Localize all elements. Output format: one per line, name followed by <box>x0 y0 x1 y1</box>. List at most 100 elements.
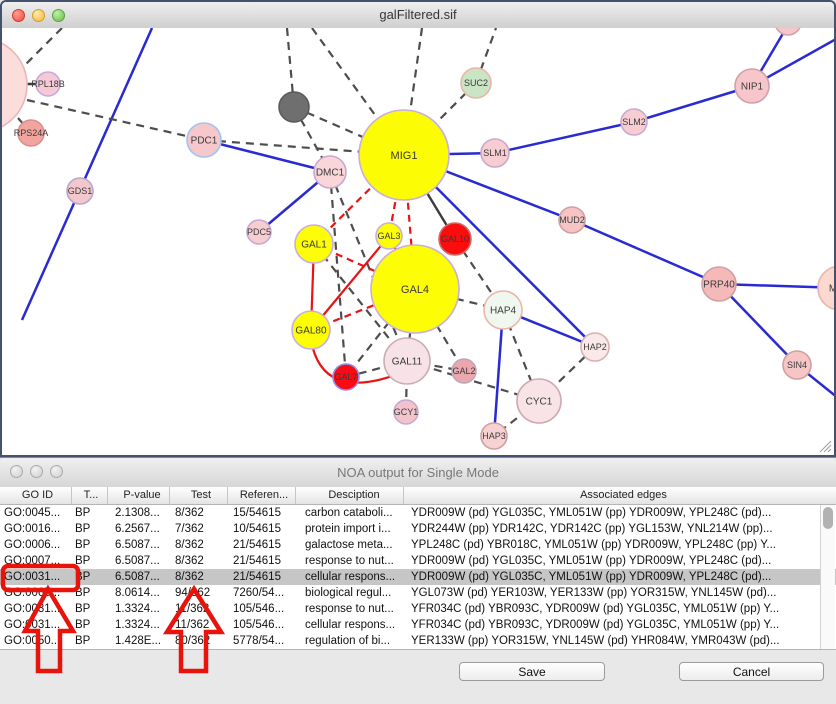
cell-reference: 21/54615 <box>228 569 296 585</box>
table-row[interactable]: GO:0031...BP1.3324...11/362105/546...cel… <box>0 617 836 633</box>
node-label: PDC5 <box>247 227 271 237</box>
node-CYC1[interactable]: CYC1 <box>517 379 561 423</box>
cancel-button[interactable]: Cancel <box>679 662 824 681</box>
noa-window: NOA output for Single Mode GO ID T... P-… <box>0 457 836 704</box>
node-label: SUC2 <box>464 78 488 88</box>
save-button[interactable]: Save <box>459 662 605 681</box>
node-label: HAP2 <box>583 342 607 352</box>
cell-type: BP <box>72 617 108 633</box>
window-title: galFiltered.sif <box>2 7 834 22</box>
network-edge <box>495 122 634 153</box>
cell-reference: 105/546... <box>228 601 296 617</box>
network-canvas[interactable]: RPL18B RPS24A GDS1 PDC1 PDC5 DMC1 MIG1 SUC2 SLM1… <box>2 28 834 455</box>
cell-edges: YPL248C (pd) YBR018C, YML051W (pp) YDR00… <box>404 537 836 553</box>
cell-test: 8/362 <box>170 537 228 553</box>
node-NIP1[interactable]: NIP1 <box>735 69 769 103</box>
cell-reference: 10/54615 <box>228 521 296 537</box>
cell-description: galactose meta... <box>296 537 404 553</box>
cell-edges: YDR244W (pp) YDR142C, YDR142C (pp) YGL15… <box>404 521 836 537</box>
cell-reference: 21/54615 <box>228 537 296 553</box>
table-row[interactable]: GO:0031...BP1.3324...11/362105/546...res… <box>0 601 836 617</box>
column-header-description[interactable]: Desciption <box>296 487 404 504</box>
node-unnamed-gray[interactable] <box>279 92 309 122</box>
node-HAP3[interactable]: HAP3 <box>481 423 507 449</box>
network-graph: RPL18B RPS24A GDS1 PDC1 PDC5 DMC1 MIG1 SUC2 SLM1… <box>2 28 834 455</box>
cell-description: carbon cataboli... <box>296 505 404 521</box>
node-HAP4[interactable]: HAP4 <box>484 291 522 329</box>
cell-p-value: 1.3324... <box>108 617 170 633</box>
node-label: NIP1 <box>741 82 764 93</box>
cell-edges: YDR009W (pd) YGL035C, YML051W (pp) YDR00… <box>404 505 836 521</box>
node-GAL11[interactable]: GAL11 <box>384 338 430 384</box>
node-label: GAL7 <box>334 372 357 382</box>
cell-description: cellular respons... <box>296 569 404 585</box>
network-window: galFiltered.sif RPL18B RPS24A GDS1 PDC1 PDC5… <box>0 0 836 457</box>
cell-p-value: 1.3324... <box>108 601 170 617</box>
cell-p-value: 6.5087... <box>108 569 170 585</box>
table-row[interactable]: GO:0016...BP6.2567...7/36210/54615protei… <box>0 521 836 537</box>
node-GAL80[interactable]: GAL80 <box>292 311 330 349</box>
node-GAL4[interactable]: GAL4 <box>371 245 459 333</box>
cell-reference: 5778/54... <box>228 633 296 649</box>
scrollbar-thumb[interactable] <box>823 507 833 529</box>
node-MUD2[interactable]: MUD2 <box>559 207 585 233</box>
cell-edges: YDR009W (pd) YGL035C, YML051W (pp) YDR00… <box>404 569 836 585</box>
node-MSN[interactable]: MSN <box>818 266 834 310</box>
screen: galFiltered.sif RPL18B RPS24A GDS1 PDC1 PDC5… <box>0 0 836 704</box>
node-GDS1[interactable]: GDS1 <box>67 178 93 204</box>
node-label: RPL18B <box>31 79 65 89</box>
node-label: GAL4 <box>401 284 429 296</box>
node-PDC1[interactable]: PDC1 <box>187 123 221 157</box>
node-MIG1[interactable]: MIG1 <box>359 110 449 200</box>
resize-grip-icon[interactable] <box>817 439 832 453</box>
node-big-left[interactable] <box>2 38 27 132</box>
node-GAL7[interactable]: GAL7 <box>333 364 359 390</box>
node-label: MIG1 <box>391 150 418 162</box>
node-DMC1[interactable]: DMC1 <box>314 156 346 188</box>
column-header-associated-edges[interactable]: Associated edges <box>404 487 836 504</box>
vertical-scrollbar[interactable] <box>820 505 835 649</box>
column-header-type[interactable]: T... <box>72 487 108 504</box>
node-PRP40[interactable]: PRP40 <box>702 267 736 301</box>
cell-p-value: 8.0614... <box>108 585 170 601</box>
column-header-reference[interactable]: Referen... <box>228 487 296 504</box>
node-GAL2[interactable]: GAL2 <box>452 359 476 383</box>
node-label: DMC1 <box>316 168 345 179</box>
cell-go-id: GO:0065... <box>0 585 72 601</box>
node-SLM2[interactable]: SLM2 <box>621 109 647 135</box>
node-SUC2[interactable]: SUC2 <box>461 68 491 98</box>
table-row[interactable]: GO:0006...BP6.5087...8/36221/54615galact… <box>0 537 836 553</box>
node-GAL3[interactable]: GAL3 <box>376 223 402 249</box>
node-GCY1[interactable]: GCY1 <box>394 400 419 424</box>
node-RPL18B[interactable]: RPL18B <box>31 72 65 96</box>
node-label: GAL1 <box>301 240 327 251</box>
table-row[interactable]: GO:0007...BP6.5087...8/36221/54615respon… <box>0 553 836 569</box>
node-RPS24A[interactable]: RPS24A <box>14 120 49 146</box>
node-label: HAP4 <box>490 306 517 317</box>
node-GAL10[interactable]: GAL10 <box>439 223 471 255</box>
cell-edges: YFR034C (pd) YBR093C, YDR009W (pd) YGL03… <box>404 617 836 633</box>
cell-go-id: GO:0031... <box>0 601 72 617</box>
column-header-p-value[interactable]: P-value <box>108 487 170 504</box>
cell-test: 80/362 <box>170 633 228 649</box>
node-PDC5[interactable]: PDC5 <box>247 220 271 244</box>
node-HAP2[interactable]: HAP2 <box>581 333 609 361</box>
cell-edges: YFR034C (pd) YBR093C, YDR009W (pd) YGL03… <box>404 601 836 617</box>
column-header-go-id[interactable]: GO ID <box>0 487 72 504</box>
node-top-partial[interactable] <box>775 28 801 35</box>
cell-go-id: GO:0050... <box>0 633 72 649</box>
cell-go-id: GO:0007... <box>0 553 72 569</box>
node-label: RPS24A <box>14 128 49 138</box>
node-SIN4[interactable]: SIN4 <box>783 351 811 379</box>
table-row[interactable]: GO:0031...BP6.5087...8/36221/54615cellul… <box>0 569 836 585</box>
cell-edges: YER133W (pp) YOR315W, YNL145W (pd) YHR08… <box>404 633 836 649</box>
node-GAL1[interactable]: GAL1 <box>295 225 333 263</box>
cell-description: regulation of bi... <box>296 633 404 649</box>
table-row[interactable]: GO:0065...BP8.0614...94/3627260/54...bio… <box>0 585 836 601</box>
table-row[interactable]: GO:0050...BP1.428E...80/3625778/54...reg… <box>0 633 836 649</box>
node-SLM1[interactable]: SLM1 <box>481 139 509 167</box>
table-row[interactable]: GO:0045...BP2.1308...8/36215/54615carbon… <box>0 505 836 521</box>
cell-p-value: 2.1308... <box>108 505 170 521</box>
network-window-titlebar: galFiltered.sif <box>2 2 834 29</box>
column-header-test[interactable]: Test <box>170 487 228 504</box>
